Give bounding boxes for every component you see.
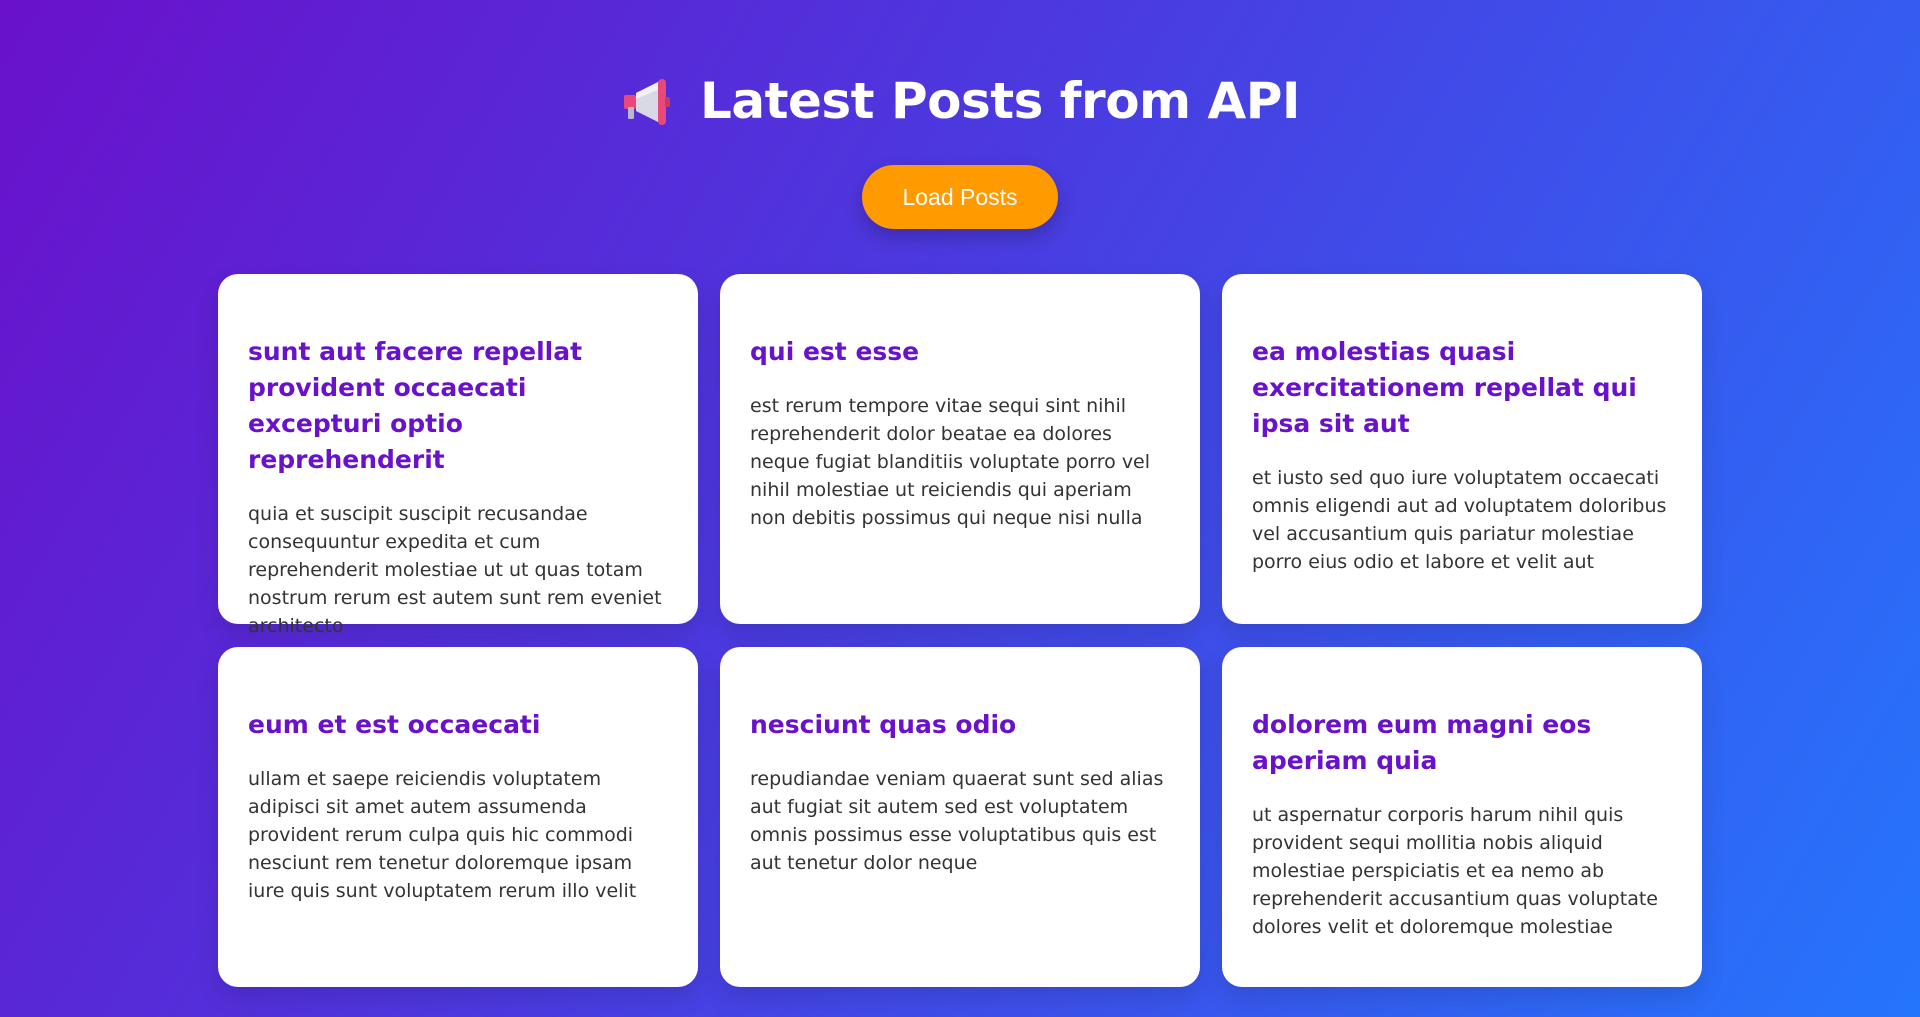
page-title-text: Latest Posts from API: [699, 72, 1301, 130]
post-card: eum et est occaecati ullam et saepe reic…: [218, 647, 698, 987]
post-body: et iusto sed quo iure voluptatem occaeca…: [1252, 467, 1667, 573]
load-posts-button[interactable]: Load Posts: [862, 165, 1058, 229]
post-title: qui est esse: [750, 337, 920, 366]
post-title: dolorem eum magni eos aperiam quia: [1252, 710, 1592, 775]
post-body: ullam et saepe reiciendis voluptatem adi…: [248, 768, 637, 902]
post-body: est rerum tempore vitae sequi sint nihil…: [750, 395, 1151, 529]
post-card: sunt aut facere repellat provident occae…: [218, 274, 698, 637]
megaphone-icon: [623, 79, 670, 125]
post-body: ut aspernatur corporis harum nihil quis …: [1252, 804, 1658, 938]
post-card: nesciunt quas odio repudiandae veniam qu…: [720, 647, 1200, 987]
post-title: nesciunt quas odio: [750, 710, 1017, 739]
post-title: sunt aut facere repellat provident occae…: [248, 337, 583, 474]
post-card: qui est esse est rerum tempore vitae seq…: [720, 274, 1200, 624]
page-header: Latest Posts from API: [0, 72, 1920, 133]
post-title: eum et est occaecati: [248, 710, 541, 739]
page-title: Latest Posts from API: [620, 72, 1301, 130]
posts-grid: sunt aut facere repellat provident occae…: [218, 274, 1703, 987]
post-body: repudiandae veniam quaerat sunt sed alia…: [750, 768, 1164, 874]
post-title: ea molestias quasi exercitationem repell…: [1252, 337, 1637, 438]
post-body: quia et suscipit suscipit recusandae con…: [248, 503, 662, 637]
post-card: dolorem eum magni eos aperiam quia ut as…: [1222, 647, 1702, 987]
post-card: ea molestias quasi exercitationem repell…: [1222, 274, 1702, 624]
